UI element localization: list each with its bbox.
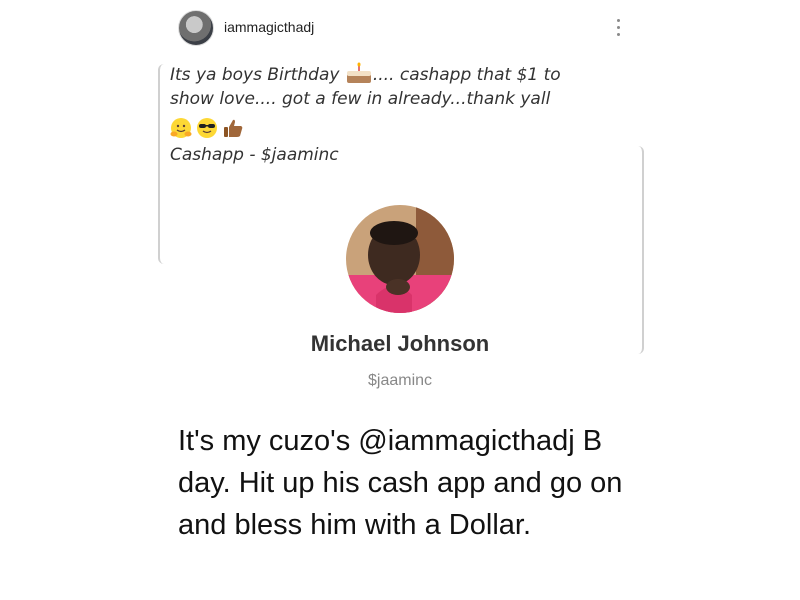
user-avatar[interactable]: [178, 10, 214, 46]
post-line-2: show love.... got a few in already...tha…: [170, 89, 551, 109]
cashapp-line: Cashapp - $jaaminc: [170, 145, 339, 165]
thumbs-up-icon: [224, 119, 243, 137]
quote-bracket-left: [158, 64, 170, 264]
more-options-icon[interactable]: [608, 12, 628, 42]
hugging-face-icon: [170, 118, 192, 138]
quote-bracket-right: [632, 146, 644, 354]
birthday-cake-icon: [346, 62, 371, 83]
post-line-1: Its ya boys Birthday .... cashapp that $…: [170, 62, 640, 87]
profile-photo: [346, 205, 454, 313]
profile-handle: $jaaminc: [367, 372, 433, 389]
username[interactable]: iammagicthadj: [224, 19, 314, 35]
profile-avatar[interactable]: [346, 205, 454, 313]
caption-text: It's my cuzo's @iammagicthadj B day. Hit…: [178, 425, 623, 541]
post-text: Its ya boys Birthday .... cashapp that $…: [170, 62, 640, 167]
post-header: iammagicthadj: [178, 8, 640, 46]
post-text-cashapp: .... cashapp that $1 to: [372, 65, 561, 85]
post-text-birthday: Its ya boys Birthday: [170, 65, 340, 85]
emoji-row: [170, 113, 640, 143]
profile-name: Michael Johnson: [310, 331, 490, 356]
sunglasses-face-icon: [197, 118, 217, 138]
